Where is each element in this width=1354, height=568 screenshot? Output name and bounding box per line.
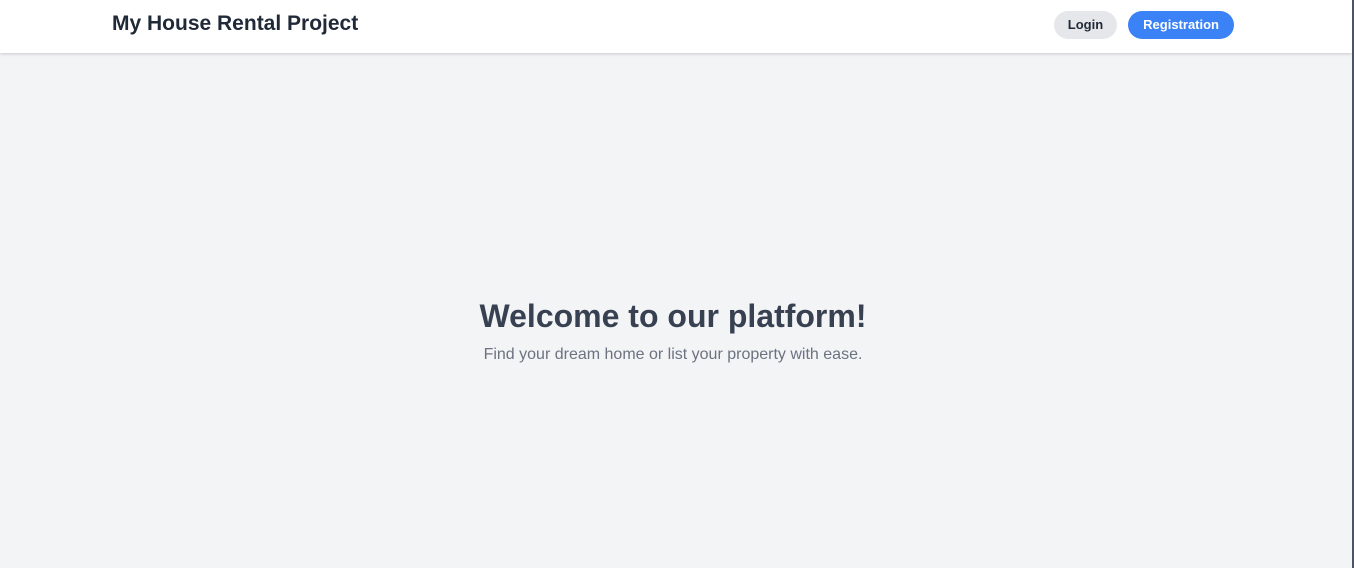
registration-button[interactable]: Registration (1128, 11, 1234, 39)
hero-title: Welcome to our platform! (479, 298, 867, 334)
nav-actions: Login Registration (1053, 11, 1234, 39)
hero-section: Welcome to our platform! Find your dream… (0, 53, 1346, 568)
navbar: My House Rental Project Login Registrati… (0, 0, 1352, 53)
hero-subtitle: Find your dream home or list your proper… (483, 346, 863, 363)
login-button[interactable]: Login (1053, 11, 1118, 39)
site-brand-title[interactable]: My House Rental Project (112, 11, 358, 37)
